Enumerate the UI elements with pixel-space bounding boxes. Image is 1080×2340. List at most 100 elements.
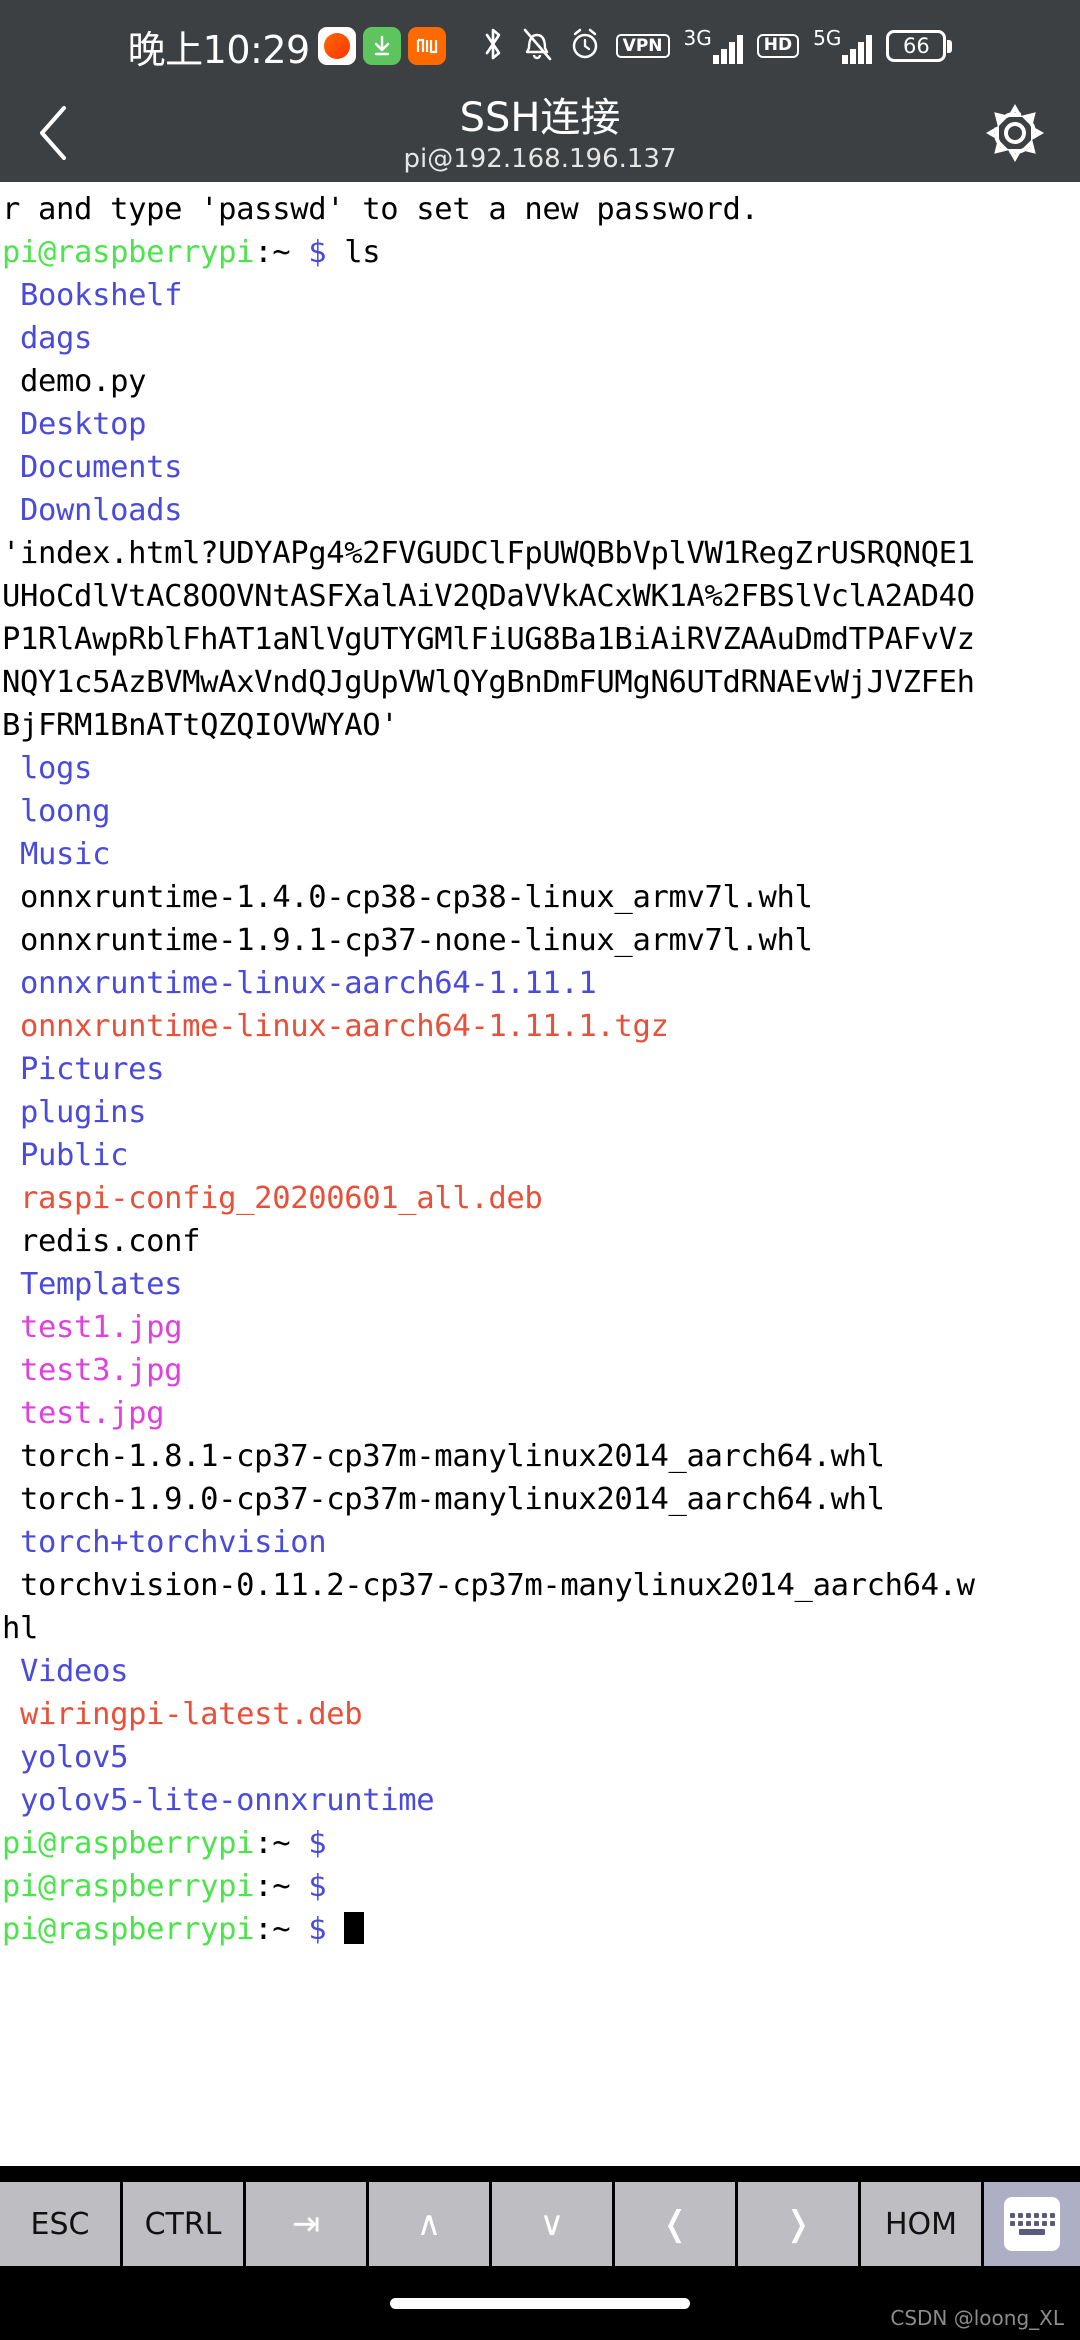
terminal-line: test1.jpg [0, 1306, 1080, 1349]
tab-key-icon[interactable]: ⇥ [246, 2182, 369, 2266]
terminal-text: ls [326, 235, 381, 270]
terminal-line: P1RlAwpRblFhAT1aNlVgUTYGMlFiUG8Ba1BiAiRV… [0, 618, 1080, 661]
terminal-text: Documents [2, 450, 183, 485]
terminal-text: $ [308, 1869, 327, 1904]
home-key[interactable]: HOM [861, 2182, 984, 2266]
back-button[interactable] [34, 103, 98, 167]
signal-3g-icon: 3G [684, 28, 743, 64]
terminal-text: torch+torchvision [2, 1525, 327, 1560]
terminal-text: test3.jpg [2, 1353, 183, 1388]
terminal-output[interactable]: r and type 'passwd' to set a new passwor… [0, 182, 1080, 2166]
system-nav-bar: CSDN @loong_XL [0, 2266, 1080, 2340]
nav-home-pill[interactable] [390, 2297, 690, 2309]
terminal-line: loong [0, 790, 1080, 833]
terminal-text: 'index.html?UDYAPg4%2FVGUDClFpUWQBbVplVW… [2, 536, 975, 571]
terminal-text: Music [2, 837, 111, 872]
terminal-text: raspi-config_20200601_all.deb [2, 1181, 543, 1216]
terminal-line: UHoCdlVtAC8OOVNtASFXalAiV2QDaVVkACxWK1A%… [0, 575, 1080, 618]
terminal-text: Downloads [2, 493, 183, 528]
terminal-text: plugins [2, 1095, 147, 1130]
terminal-text: UHoCdlVtAC8OOVNtASFXalAiV2QDaVVkACxWK1A%… [2, 579, 975, 614]
status-system-icons: VPN 3G HD 5G 66 [480, 25, 953, 67]
terminal-line: torch-1.8.1-cp37-cp37m-manylinux2014_aar… [0, 1435, 1080, 1478]
keyboard-icon[interactable] [984, 2182, 1080, 2266]
download-icon [362, 27, 401, 65]
terminal-text: :~ [254, 1912, 309, 1947]
keyboard-glyph [1004, 2197, 1060, 2251]
arrow-left-icon[interactable]: ❬ [615, 2182, 738, 2266]
terminal-text: yolov5 [2, 1740, 129, 1775]
battery-level: 66 [886, 30, 947, 62]
arrow-down-icon[interactable]: ∨ [492, 2182, 615, 2266]
terminal-line: demo.py [0, 360, 1080, 403]
terminal-line: Pictures [0, 1048, 1080, 1091]
terminal-line: yolov5 [0, 1736, 1080, 1779]
terminal-text: onnxruntime-linux-aarch64-1.11.1 [2, 966, 597, 1001]
esc-key[interactable]: ESC [0, 2182, 123, 2266]
terminal-line: pi@raspberrypi:~ $ [0, 1865, 1080, 1908]
terminal-text: hl [2, 1611, 39, 1646]
terminal-line: Documents [0, 446, 1080, 489]
terminal-text: test.jpg [2, 1396, 165, 1431]
vibrate-off-icon [520, 26, 554, 66]
terminal-text: test1.jpg [2, 1310, 183, 1345]
page-title: SSH连接 [459, 94, 621, 141]
terminal-line: Bookshelf [0, 274, 1080, 317]
key-toolbar: ESC CTRL ⇥ ∧ ∨ ❬ ❭ HOM [0, 2182, 1080, 2266]
terminal-text: Pictures [2, 1052, 165, 1087]
terminal-text: Bookshelf [2, 278, 183, 313]
terminal-text: :~ [254, 1869, 309, 1904]
terminal-text: torch-1.9.0-cp37-cp37m-manylinux2014_aar… [2, 1482, 885, 1517]
terminal-text: torchvision-0.11.2-cp37-cp37m-manylinux2… [2, 1568, 975, 1603]
terminal-text: pi@raspberrypi [2, 1826, 255, 1861]
terminal-text: loong [2, 794, 111, 829]
terminal-text: Public [2, 1138, 129, 1173]
terminal-text: pi@raspberrypi [2, 1869, 255, 1904]
gear-icon [984, 102, 1046, 168]
terminal-line: onnxruntime-linux-aarch64-1.11.1 [0, 962, 1080, 1005]
taobao-icon [317, 27, 356, 65]
terminal-text: Videos [2, 1654, 129, 1689]
terminal-line: pi@raspberrypi:~ $ [0, 1822, 1080, 1865]
terminal-text: $ [308, 1912, 327, 1947]
terminal-text: onnxruntime-1.4.0-cp38-cp38-linux_armv7l… [2, 880, 813, 915]
terminal-text: $ [308, 235, 327, 270]
terminal-line: onnxruntime-linux-aarch64-1.11.1.tgz [0, 1005, 1080, 1048]
status-bar: 晚上10:29 VPN 3G HD 5G 66 [0, 0, 1080, 88]
terminal-text: onnxruntime-linux-aarch64-1.11.1.tgz [2, 1009, 669, 1044]
terminal-line: torchvision-0.11.2-cp37-cp37m-manylinux2… [0, 1564, 1080, 1607]
terminal-line: r and type 'passwd' to set a new passwor… [0, 188, 1080, 231]
alarm-icon [568, 26, 602, 66]
signal-5g-icon: 5G [813, 28, 873, 64]
back-chevron-icon [34, 102, 74, 168]
status-time: 晚上10:29 [127, 27, 311, 72]
terminal-line: Public [0, 1134, 1080, 1177]
mi-icon [407, 27, 446, 65]
terminal-text: pi@raspberrypi [2, 235, 255, 270]
terminal-line: onnxruntime-1.9.1-cp37-none-linux_armv7l… [0, 919, 1080, 962]
terminal-text: pi@raspberrypi [2, 1912, 255, 1947]
terminal-line: BjFRM1BnATtQZQIOVWYAO' [0, 704, 1080, 747]
terminal-line: hl [0, 1607, 1080, 1650]
terminal-text: yolov5-lite-onnxruntime [2, 1783, 435, 1818]
terminal-text: Templates [2, 1267, 183, 1302]
terminal-text: :~ [254, 1826, 309, 1861]
terminal-line: yolov5-lite-onnxruntime [0, 1779, 1080, 1822]
header-titles: SSH连接 pi@192.168.196.137 [0, 88, 1080, 182]
terminal-line: raspi-config_20200601_all.deb [0, 1177, 1080, 1220]
terminal-cursor [344, 1912, 365, 1944]
arrow-up-icon[interactable]: ∧ [369, 2182, 492, 2266]
terminal-line: test3.jpg [0, 1349, 1080, 1392]
ctrl-key[interactable]: CTRL [123, 2182, 246, 2266]
terminal-text: redis.conf [2, 1224, 201, 1259]
settings-button[interactable] [982, 103, 1046, 167]
terminal-line: plugins [0, 1091, 1080, 1134]
terminal-line: Downloads [0, 489, 1080, 532]
terminal-text: torch-1.8.1-cp37-cp37m-manylinux2014_aar… [2, 1439, 885, 1474]
arrow-right-icon[interactable]: ❭ [738, 2182, 861, 2266]
terminal-line: pi@raspberrypi:~ $ [0, 1908, 1080, 1951]
terminal-text: P1RlAwpRblFhAT1aNlVgUTYGMlFiUG8Ba1BiAiRV… [2, 622, 975, 657]
hd-icon: HD [756, 34, 800, 58]
battery-icon: 66 [886, 30, 953, 62]
